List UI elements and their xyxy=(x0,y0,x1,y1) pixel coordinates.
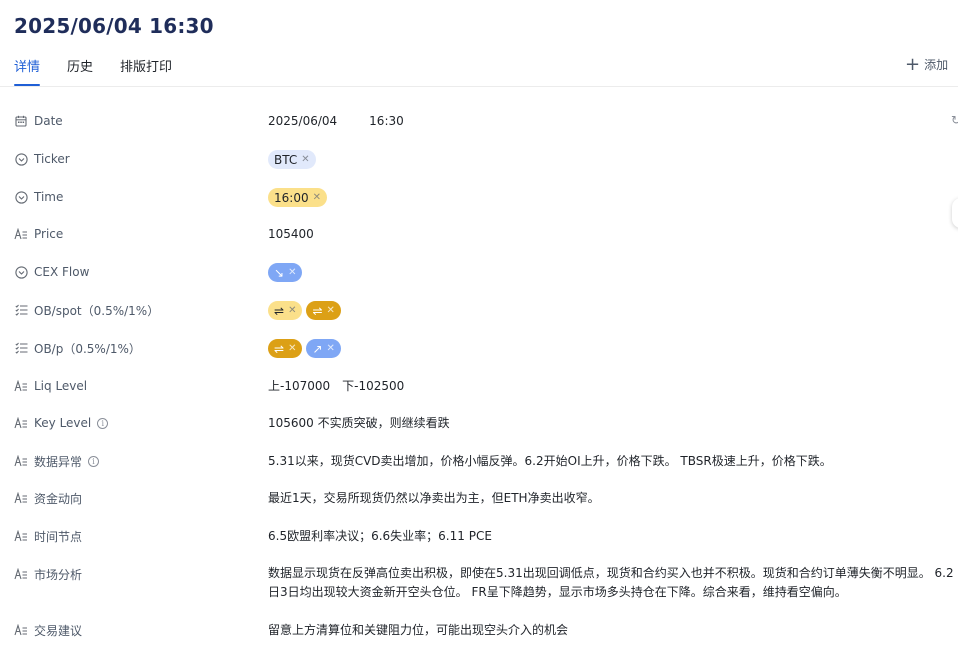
info-icon[interactable]: i xyxy=(97,417,109,429)
remove-tag-icon[interactable]: ✕ xyxy=(327,301,335,321)
text-field-icon xyxy=(14,491,28,505)
info-icon[interactable]: i xyxy=(88,455,100,467)
field-label-market-analysis: 市场分析 xyxy=(14,564,82,584)
field-label-time: Time xyxy=(14,187,63,207)
circle-chevron-icon xyxy=(14,152,28,166)
remove-tag-icon[interactable]: ✕ xyxy=(288,263,296,283)
text-field-icon xyxy=(14,529,28,543)
swap-arrows-icon: ⇌ xyxy=(312,303,323,318)
text-field-icon xyxy=(14,379,28,393)
swap-arrows-icon: ⇌ xyxy=(274,303,285,318)
field-value-cex-flow[interactable]: ↘ ✕ xyxy=(268,262,306,282)
field-label-ob-spot: OB/spot（0.5%/1%） xyxy=(14,300,159,320)
option-tag[interactable]: ⇌ ✕ xyxy=(268,301,303,321)
field-value-market-analysis[interactable]: 数据显示现货在反弹高位卖出积极，即使在5.31出现回调低点，现货和合约买入也并不… xyxy=(268,564,958,602)
option-tag[interactable]: 16:00 ✕ xyxy=(268,188,327,207)
field-label-fund-flow: 资金动向 xyxy=(14,488,82,508)
arrow-down-right-icon: ↘ xyxy=(274,265,285,280)
option-tag[interactable]: ↗ ✕ xyxy=(306,339,341,359)
field-label-ticker: Ticker xyxy=(14,149,70,169)
time-value: 16:30 xyxy=(369,114,404,128)
remove-tag-icon[interactable]: ✕ xyxy=(313,188,321,208)
circle-chevron-icon xyxy=(14,265,28,279)
field-value-trade-advice[interactable]: 留意上方清算位和关键阻力位，可能出现空头介入的机会 xyxy=(268,620,568,640)
remove-tag-icon[interactable]: ✕ xyxy=(327,339,335,359)
field-label-time-nodes: 时间节点 xyxy=(14,526,82,546)
remove-tag-icon[interactable]: ✕ xyxy=(288,339,296,359)
calendar-icon xyxy=(14,114,28,128)
field-label-date: Date xyxy=(14,111,63,131)
circle-chevron-icon xyxy=(14,190,28,204)
arrow-up-right-icon: ↗ xyxy=(312,341,323,356)
field-value-date[interactable]: 2025/06/04 16:30 xyxy=(268,111,404,131)
field-value-time[interactable]: 16:00 ✕ xyxy=(268,187,331,207)
field-label-ob-p: OB/p（0.5%/1%） xyxy=(14,338,141,358)
field-value-time-nodes[interactable]: 6.5欧盟利率决议；6.6失业率；6.11 PCE xyxy=(268,526,492,546)
field-value-ob-spot[interactable]: ⇌ ✕ ⇌ ✕ xyxy=(268,300,345,320)
field-value-ticker[interactable]: BTC ✕ xyxy=(268,149,320,169)
text-field-icon xyxy=(14,416,28,430)
field-label-data-anomaly: 数据异常 i xyxy=(14,451,100,471)
field-label-price: Price xyxy=(14,224,63,244)
field-value-liq-level[interactable]: 上-107000 下-102500 xyxy=(268,376,404,396)
option-tag[interactable]: BTC ✕ xyxy=(268,150,316,169)
text-field-icon xyxy=(14,567,28,581)
text-field-icon xyxy=(14,454,28,468)
option-tag[interactable]: ⇌ ✕ xyxy=(268,339,303,359)
remove-tag-icon[interactable]: ✕ xyxy=(288,301,296,321)
remove-tag-icon[interactable]: ✕ xyxy=(301,150,309,170)
text-field-icon xyxy=(14,623,28,637)
option-tag[interactable]: ↘ ✕ xyxy=(268,263,303,283)
list-check-icon xyxy=(14,303,28,317)
list-check-icon xyxy=(14,341,28,355)
field-label-cex-flow: CEX Flow xyxy=(14,262,89,282)
field-label-liq-level: Liq Level xyxy=(14,376,87,396)
swap-arrows-icon: ⇌ xyxy=(274,341,285,356)
record-fields: Date 2025/06/04 16:30 Ticker BTC ✕ Time 16… xyxy=(0,0,958,648)
field-value-price[interactable]: 105400 xyxy=(268,224,314,244)
date-value: 2025/06/04 xyxy=(268,114,338,128)
field-value-fund-flow[interactable]: 最近1天，交易所现货仍然以净卖出为主，但ETH净卖出收窄。 xyxy=(268,488,600,508)
field-label-key-level: Key Level i xyxy=(14,413,109,433)
field-label-trade-advice: 交易建议 xyxy=(14,620,82,640)
field-value-ob-p[interactable]: ⇌ ✕ ↗ ✕ xyxy=(268,338,345,358)
text-field-icon xyxy=(14,227,28,241)
field-value-data-anomaly[interactable]: 5.31以来，现货CVD卖出增加，价格小幅反弹。6.2开始OI上升，价格下跌。 … xyxy=(268,451,832,471)
field-value-key-level[interactable]: 105600 不实质突破，则继续看跌 xyxy=(268,413,450,433)
option-tag[interactable]: ⇌ ✕ xyxy=(306,301,341,321)
